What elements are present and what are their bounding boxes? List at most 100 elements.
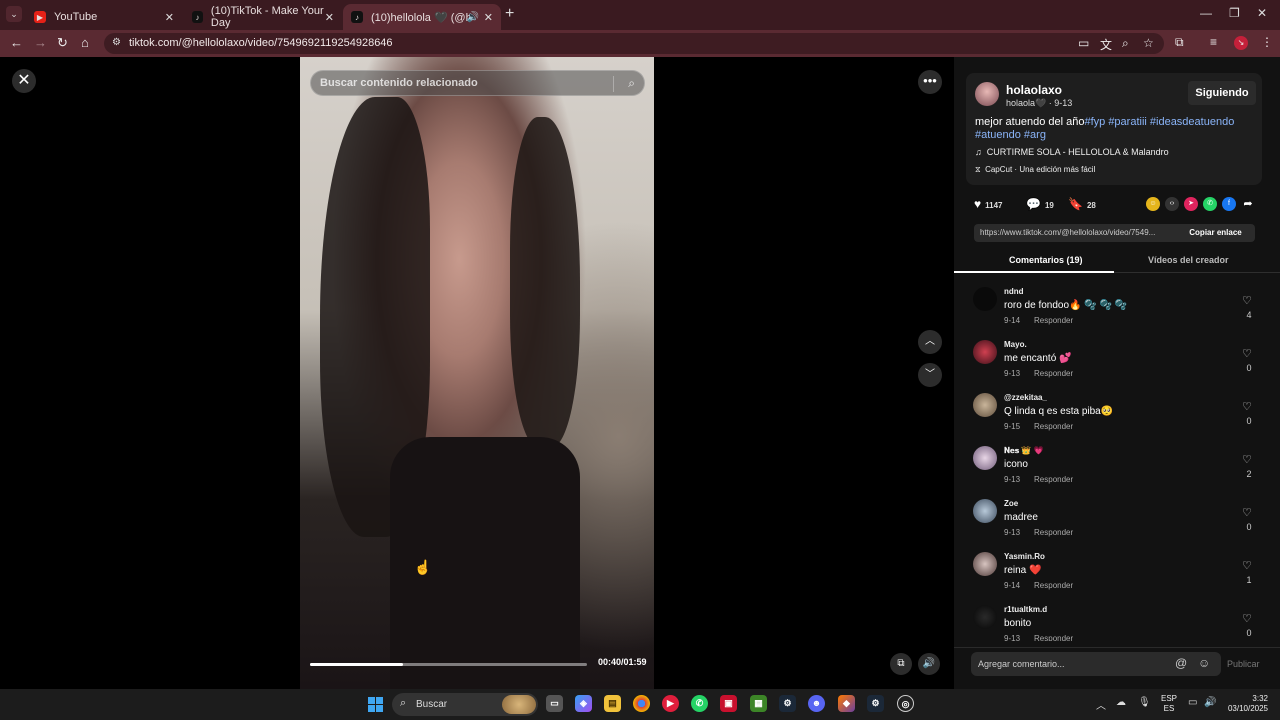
tray-chevron-icon[interactable]: ︿: [1096, 697, 1106, 712]
tab-tiktok-video[interactable]: ♪ (10)hellolola 🖤 (@hellolola 🔊 ✕: [343, 4, 501, 30]
minecraft-icon[interactable]: ▦: [750, 695, 767, 712]
capcut-label[interactable]: CapCut · Una edición más fácil: [985, 165, 1095, 174]
avatar[interactable]: [973, 446, 997, 470]
tab-comments[interactable]: Comentarios (19): [1009, 255, 1083, 265]
comment-like-icon[interactable]: ♡: [1242, 400, 1252, 413]
avatar[interactable]: [973, 340, 997, 364]
avatar[interactable]: [973, 499, 997, 523]
video-progress-bar[interactable]: [310, 663, 587, 666]
translate-icon[interactable]: 文: [1100, 36, 1112, 53]
comment-user[interactable]: @zzekitaa_: [1004, 393, 1047, 402]
taskbar-search[interactable]: ⌕ Buscar: [392, 693, 538, 716]
comment-like-icon[interactable]: ♡: [1242, 453, 1252, 466]
share-arrow-icon[interactable]: ➦: [1241, 197, 1255, 211]
game-launcher-icon[interactable]: ◆: [838, 695, 855, 712]
microphone-icon[interactable]: 🎙: [1138, 697, 1151, 708]
embed-icon[interactable]: ‹›: [1165, 197, 1179, 211]
comment-input[interactable]: Agregar comentario... @ ☺: [971, 652, 1221, 676]
send-icon[interactable]: ➤: [1184, 197, 1198, 211]
obs-icon[interactable]: ◎: [897, 695, 914, 712]
publish-button[interactable]: Publicar: [1227, 659, 1260, 669]
close-video-icon[interactable]: ✕: [12, 69, 36, 93]
network-icon[interactable]: ▭: [1188, 697, 1197, 708]
profile-avatar-icon[interactable]: ↘: [1234, 36, 1248, 50]
volume-icon[interactable]: 🔊: [918, 653, 940, 675]
more-options-icon[interactable]: •••: [918, 70, 942, 94]
extensions-icon[interactable]: ⧉: [1175, 35, 1184, 50]
reply-button[interactable]: Responder: [1034, 581, 1073, 590]
reply-button[interactable]: Responder: [1034, 316, 1073, 325]
creator-name[interactable]: holaolaxo: [1006, 83, 1062, 97]
avatar[interactable]: [975, 82, 999, 106]
video-link[interactable]: https://www.tiktok.com/@hellololaxo/vide…: [980, 228, 1170, 237]
restore-icon[interactable]: ❐: [1229, 6, 1240, 20]
following-button[interactable]: Siguiendo: [1188, 81, 1256, 105]
reply-button[interactable]: Responder: [1034, 634, 1073, 641]
comment-stat[interactable]: 💬 19: [1026, 197, 1054, 211]
speaker-icon[interactable]: 🔊: [1204, 697, 1216, 708]
tab-tiktok-home[interactable]: ♪ (10)TikTok - Make Your Day ✕: [184, 4, 342, 30]
music-row[interactable]: ♫ CURTIRME SOLA - HELLOLOLA & Malandro: [975, 147, 1169, 157]
comment-like-icon[interactable]: ♡: [1242, 347, 1252, 360]
reply-button[interactable]: Responder: [1034, 475, 1073, 484]
comment-user[interactable]: r1tualtkm.d: [1004, 605, 1047, 614]
task-view-icon[interactable]: ▭: [546, 695, 563, 712]
back-icon[interactable]: ←: [10, 35, 23, 50]
audio-playing-icon[interactable]: 🔊: [467, 12, 479, 23]
capcut-row[interactable]: ⧖ CapCut · Una edición más fácil: [975, 165, 1095, 175]
facebook-icon[interactable]: f: [1222, 197, 1236, 211]
tab-search-menu-icon[interactable]: ⌄: [6, 6, 22, 22]
copilot-icon[interactable]: ◈: [575, 695, 592, 712]
steam-icon[interactable]: ⚙: [779, 695, 796, 712]
tab-youtube[interactable]: ▶ YouTube ✕: [26, 4, 182, 30]
reply-button[interactable]: Responder: [1034, 369, 1073, 378]
language-indicator[interactable]: ESP ES: [1161, 694, 1177, 714]
comment-like-icon[interactable]: ♡: [1242, 506, 1252, 519]
cast-icon[interactable]: ▭: [1078, 36, 1089, 50]
whatsapp-icon[interactable]: ✆: [1203, 197, 1217, 211]
bookmark-star-icon[interactable]: ☆: [1143, 36, 1154, 50]
clock[interactable]: 3:32 03/10/2025: [1222, 694, 1268, 714]
emoji-icon[interactable]: ☺: [1198, 656, 1210, 670]
related-search-input[interactable]: Buscar contenido relacionado ⌕: [310, 70, 645, 96]
file-explorer-icon[interactable]: ▤: [604, 695, 621, 712]
music-title[interactable]: CURTIRME SOLA - HELLOLOLA & Malandro: [987, 147, 1169, 157]
new-tab-button[interactable]: +: [505, 5, 514, 23]
youtube-music-icon[interactable]: ▶: [662, 695, 679, 712]
avatar[interactable]: [973, 552, 997, 576]
comment-like-icon[interactable]: ♡: [1242, 294, 1252, 307]
comment-user[interactable]: Zoe: [1004, 499, 1018, 508]
tab-creator-videos[interactable]: Vídeos del creador: [1148, 255, 1229, 265]
floating-player-icon[interactable]: ⧉: [890, 653, 912, 675]
avatar[interactable]: [973, 393, 997, 417]
comment-user[interactable]: Yasmin.Ro: [1004, 552, 1045, 561]
site-info-icon[interactable]: ⚙: [112, 37, 121, 48]
reading-list-icon[interactable]: ≡: [1210, 35, 1217, 49]
comment-user[interactable]: 𝐍𝐞𝐬 👑 💗: [1004, 446, 1044, 456]
comment-user[interactable]: ndnd: [1004, 287, 1024, 296]
comment-like-icon[interactable]: ♡: [1242, 612, 1252, 625]
comment-user[interactable]: Mayo.: [1004, 340, 1027, 349]
url-text[interactable]: tiktok.com/@hellololaxo/video/7549692119…: [129, 37, 393, 49]
copy-link-button[interactable]: Copiar enlace: [1176, 224, 1255, 242]
avatar[interactable]: [973, 605, 997, 629]
comment-like-icon[interactable]: ♡: [1242, 559, 1252, 572]
avatar[interactable]: [973, 287, 997, 311]
chrome-icon[interactable]: [633, 695, 650, 712]
share-friends-icon[interactable]: ☺: [1146, 197, 1160, 211]
close-window-icon[interactable]: ✕: [1257, 6, 1267, 20]
home-icon[interactable]: ⌂: [81, 35, 89, 50]
tray-app-icon[interactable]: ☁: [1116, 697, 1126, 708]
browser-menu-icon[interactable]: ⋮: [1261, 35, 1273, 49]
mention-icon[interactable]: @: [1175, 656, 1187, 670]
previous-video-icon[interactable]: ︿: [918, 330, 942, 354]
windows-start-icon[interactable]: [368, 697, 383, 712]
close-tab-icon[interactable]: ✕: [484, 11, 493, 24]
video-player[interactable]: Buscar contenido relacionado ⌕ 00:40/01:…: [300, 57, 654, 689]
reload-icon[interactable]: ↻: [57, 35, 68, 51]
reply-button[interactable]: Responder: [1034, 422, 1073, 431]
search-icon[interactable]: ⌕: [628, 76, 635, 91]
forward-icon[interactable]: →: [34, 35, 47, 50]
whatsapp-icon[interactable]: ✆: [691, 695, 708, 712]
save-stat[interactable]: 🔖 28: [1068, 197, 1096, 211]
